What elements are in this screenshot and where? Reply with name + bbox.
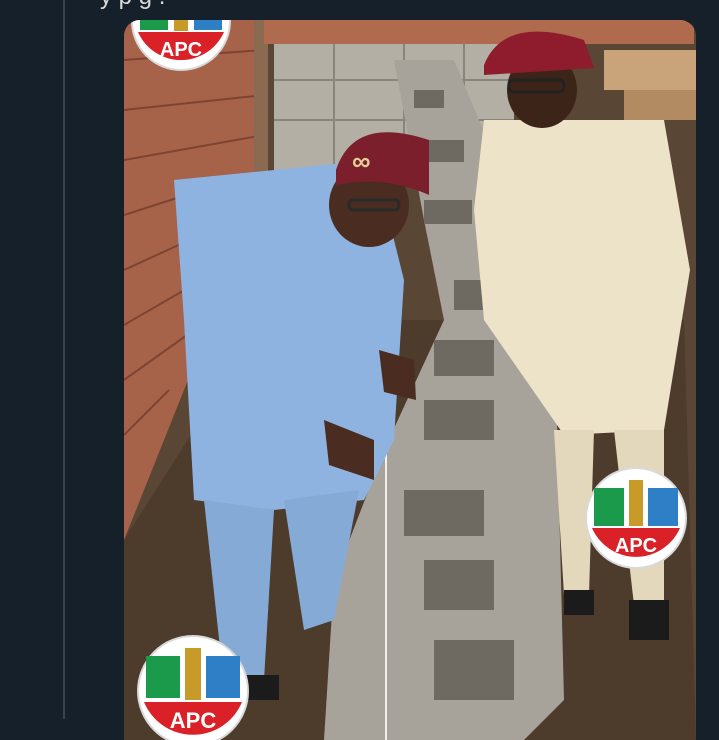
thread-divider [63, 0, 65, 719]
svg-text:∞: ∞ [352, 146, 371, 176]
apc-logo-text: APC [170, 708, 217, 733]
apc-logo-right: APC [585, 467, 687, 569]
tweet-photo[interactable]: ∞ APC APC APC [124, 20, 696, 740]
apc-logo-top: APC [131, 20, 231, 71]
photo-scene: ∞ [124, 20, 696, 740]
apc-logo-bottom: APC [137, 635, 249, 740]
apc-logo-text: APC [160, 39, 202, 61]
tweet-text: y p g . [100, 0, 700, 12]
apc-logo-text: APC [615, 535, 657, 557]
wood-planks [604, 50, 696, 90]
